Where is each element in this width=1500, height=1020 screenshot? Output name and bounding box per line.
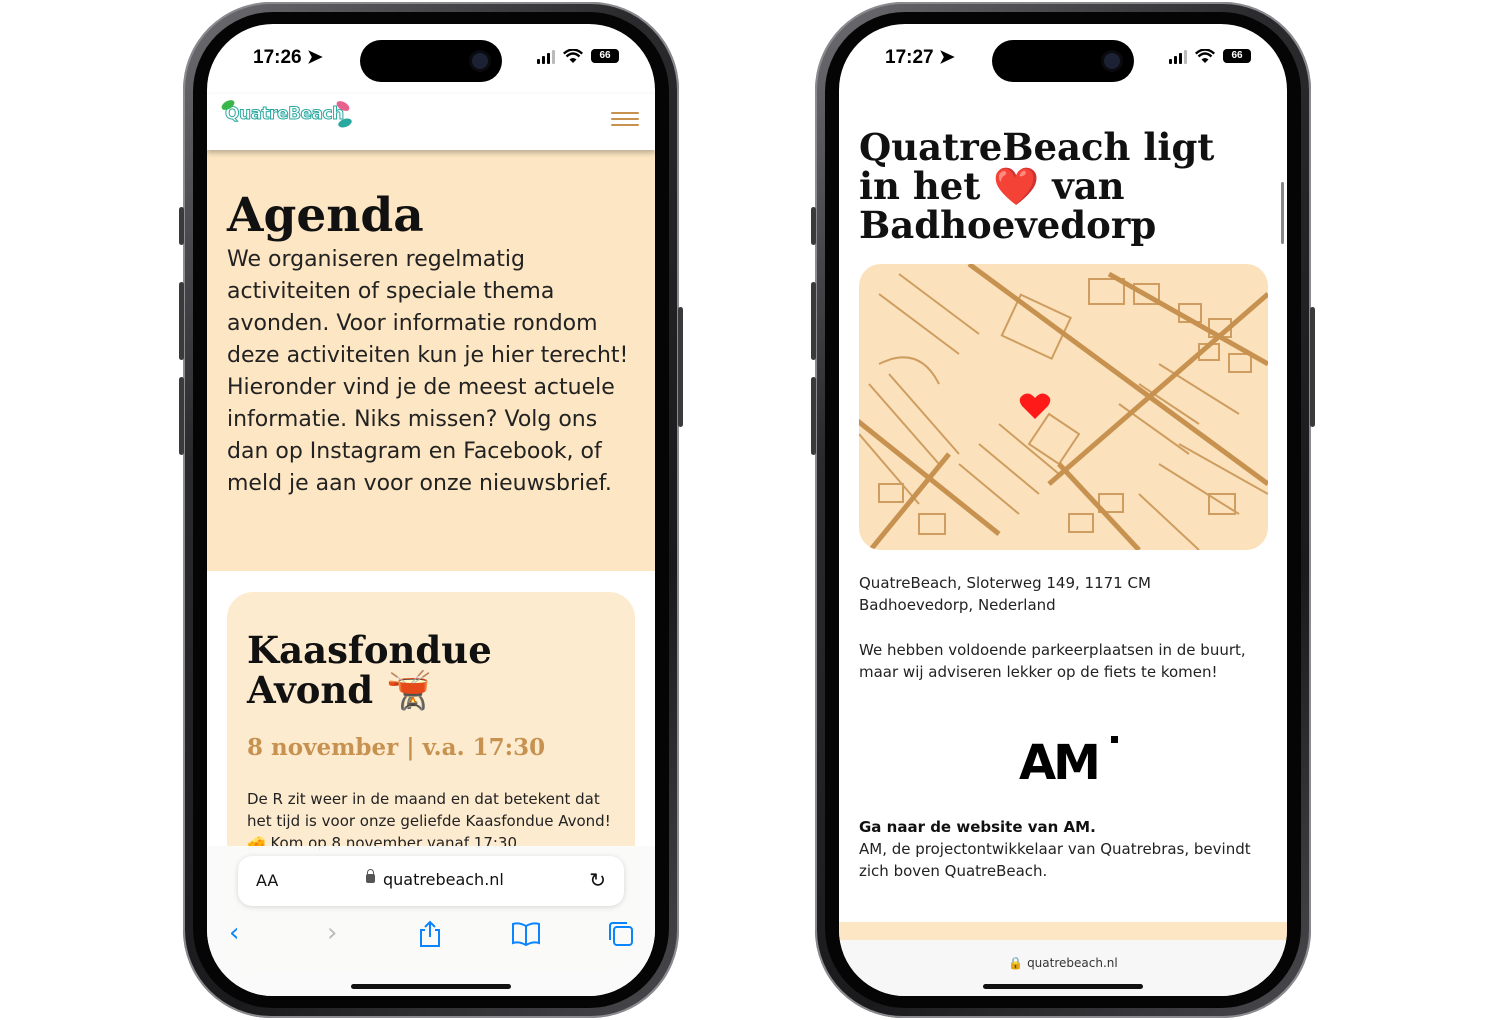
url-label: quatrebeach.nl	[1027, 956, 1118, 970]
hamburger-icon[interactable]	[611, 108, 639, 132]
event-title: Kaasfondue Avond 🫕	[247, 628, 492, 712]
volume-down-button	[811, 377, 816, 455]
share-icon[interactable]	[417, 920, 443, 948]
power-button	[678, 307, 683, 427]
reload-icon[interactable]: ↻	[589, 868, 606, 892]
safari-toolbar: AA quatrebeach.nl ↻ ‹ ›	[207, 846, 655, 996]
volume-up-button	[811, 282, 816, 360]
volume-up-button	[179, 282, 184, 360]
screen-left: 17:26 ➤ 66 QuatreBeach Agenda We organis…	[207, 24, 655, 996]
tabs-icon[interactable]	[607, 920, 635, 948]
heart-icon	[1019, 393, 1051, 419]
cellular-signal-icon	[537, 48, 555, 64]
am-logo-dot	[1111, 736, 1118, 743]
back-icon[interactable]: ‹	[229, 918, 239, 948]
address-bar[interactable]: AA quatrebeach.nl ↻	[238, 856, 624, 906]
am-description: AM, de projectontwikkelaar van Quatrebra…	[859, 840, 1251, 880]
address-text: QuatreBeach, Sloterweg 149, 1171 CM Badh…	[859, 574, 1151, 614]
parking-text: We hebben voldoende parkeerplaatsen in d…	[859, 641, 1246, 681]
map-streets	[859, 264, 1268, 550]
volume-down-button	[179, 377, 184, 455]
cellular-signal-icon	[1169, 48, 1187, 64]
scrollbar[interactable]	[1281, 182, 1284, 244]
lock-icon: 🔒	[1008, 956, 1024, 970]
lock-icon	[366, 869, 375, 883]
front-camera	[472, 53, 488, 69]
location-arrow-icon: ➤	[306, 47, 323, 68]
site-header: QuatreBeach	[207, 94, 655, 150]
am-logo-text: AM	[1019, 735, 1101, 791]
am-logo[interactable]: AM	[1019, 735, 1119, 791]
logo-text: QuatreBeach	[225, 104, 345, 125]
status-time: 17:27 ➤	[885, 47, 955, 68]
dynamic-island	[360, 40, 502, 82]
mute-switch	[179, 207, 184, 245]
footer-strip	[839, 922, 1287, 940]
site-logo[interactable]: QuatreBeach	[219, 98, 353, 130]
dynamic-island	[992, 40, 1134, 82]
front-camera	[1104, 53, 1120, 69]
url-text: 🔒 quatrebeach.nl	[839, 956, 1287, 970]
phone-right: 17:27 ➤ 66 QuatreBeach ligt in het ❤️ va…	[811, 2, 1315, 1018]
status-time: 17:26 ➤	[253, 47, 323, 68]
battery-icon: 66	[1223, 49, 1251, 63]
url-text: quatrebeach.nl	[383, 870, 504, 889]
location-arrow-icon: ➤	[938, 47, 955, 68]
screen-right: 17:27 ➤ 66 QuatreBeach ligt in het ❤️ va…	[839, 24, 1287, 996]
safari-nav-buttons: ‹ ›	[207, 918, 655, 954]
intro-text: We organiseren regelmatig activiteiten o…	[227, 247, 629, 496]
event-description: De R zit weer in de maand en dat beteken…	[247, 790, 611, 852]
agenda-intro: Agenda We organiseren regelmatig activit…	[207, 150, 655, 571]
bookmarks-icon[interactable]	[511, 922, 541, 946]
event-date: 8 november | v.a. 17:30	[247, 734, 546, 761]
mute-switch	[811, 207, 816, 245]
phone-left: 17:26 ➤ 66 QuatreBeach Agenda We organis…	[179, 2, 683, 1018]
wifi-icon	[1195, 48, 1215, 63]
home-indicator	[351, 984, 511, 989]
status-icons: 66	[1169, 48, 1251, 64]
reader-settings-button[interactable]: AA	[256, 871, 278, 890]
status-icons: 66	[537, 48, 619, 64]
location-title: QuatreBeach ligt in het ❤️ van Badhoeved…	[859, 125, 1215, 247]
wifi-icon	[563, 48, 583, 63]
am-website-link[interactable]: Ga naar de website van AM.	[859, 816, 1259, 838]
home-indicator	[983, 984, 1143, 989]
power-button	[1310, 307, 1315, 427]
page-title: Agenda	[227, 188, 424, 243]
location-map[interactable]	[859, 264, 1268, 550]
forward-icon[interactable]: ›	[327, 918, 337, 948]
battery-icon: 66	[591, 49, 619, 63]
